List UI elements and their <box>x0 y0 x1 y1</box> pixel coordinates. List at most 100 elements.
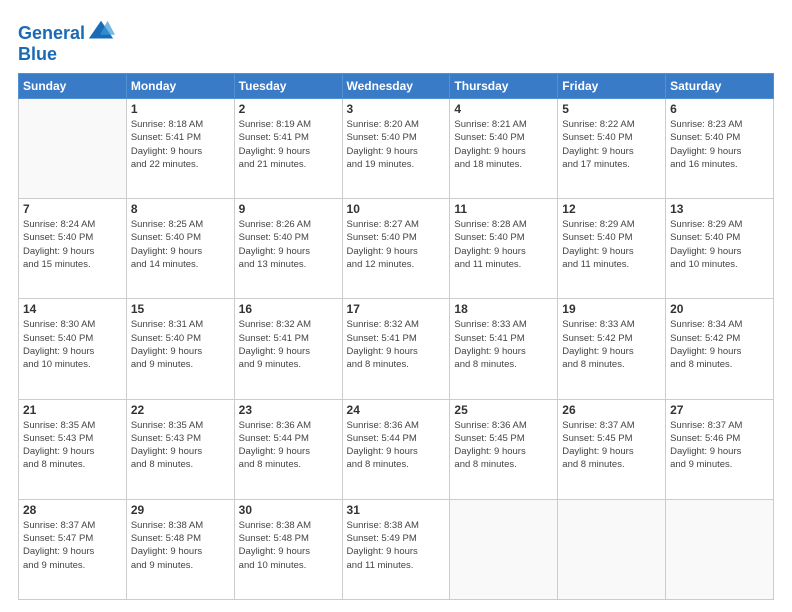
logo-icon <box>87 18 115 46</box>
daylight-text: Daylight: 9 hours <box>131 145 230 158</box>
calendar-cell <box>666 499 774 599</box>
day-info: Sunrise: 8:38 AMSunset: 5:48 PMDaylight:… <box>239 519 338 572</box>
daylight-text: Daylight: 9 hours <box>23 545 122 558</box>
sunset-text: Sunset: 5:43 PM <box>23 432 122 445</box>
daylight-text-2: and 9 minutes. <box>23 559 122 572</box>
sunset-text: Sunset: 5:42 PM <box>670 332 769 345</box>
day-info: Sunrise: 8:26 AMSunset: 5:40 PMDaylight:… <box>239 218 338 271</box>
sunset-text: Sunset: 5:40 PM <box>670 131 769 144</box>
day-number: 17 <box>347 302 446 316</box>
day-number: 26 <box>562 403 661 417</box>
day-number: 19 <box>562 302 661 316</box>
day-number: 11 <box>454 202 553 216</box>
day-info: Sunrise: 8:37 AMSunset: 5:47 PMDaylight:… <box>23 519 122 572</box>
weekday-header-monday: Monday <box>126 74 234 99</box>
calendar-cell: 6Sunrise: 8:23 AMSunset: 5:40 PMDaylight… <box>666 99 774 199</box>
sunrise-text: Sunrise: 8:30 AM <box>23 318 122 331</box>
day-info: Sunrise: 8:35 AMSunset: 5:43 PMDaylight:… <box>131 419 230 472</box>
daylight-text: Daylight: 9 hours <box>562 345 661 358</box>
sunset-text: Sunset: 5:47 PM <box>23 532 122 545</box>
day-info: Sunrise: 8:28 AMSunset: 5:40 PMDaylight:… <box>454 218 553 271</box>
daylight-text-2: and 13 minutes. <box>239 258 338 271</box>
daylight-text-2: and 19 minutes. <box>347 158 446 171</box>
daylight-text: Daylight: 9 hours <box>562 145 661 158</box>
sunrise-text: Sunrise: 8:38 AM <box>239 519 338 532</box>
sunset-text: Sunset: 5:40 PM <box>670 231 769 244</box>
sunrise-text: Sunrise: 8:27 AM <box>347 218 446 231</box>
sunrise-text: Sunrise: 8:26 AM <box>239 218 338 231</box>
daylight-text: Daylight: 9 hours <box>670 345 769 358</box>
day-info: Sunrise: 8:36 AMSunset: 5:44 PMDaylight:… <box>239 419 338 472</box>
weekday-header-thursday: Thursday <box>450 74 558 99</box>
sunrise-text: Sunrise: 8:37 AM <box>23 519 122 532</box>
daylight-text-2: and 12 minutes. <box>347 258 446 271</box>
week-row-3: 14Sunrise: 8:30 AMSunset: 5:40 PMDayligh… <box>19 299 774 399</box>
daylight-text-2: and 11 minutes. <box>562 258 661 271</box>
daylight-text: Daylight: 9 hours <box>670 245 769 258</box>
daylight-text-2: and 8 minutes. <box>347 358 446 371</box>
sunset-text: Sunset: 5:49 PM <box>347 532 446 545</box>
calendar-cell: 16Sunrise: 8:32 AMSunset: 5:41 PMDayligh… <box>234 299 342 399</box>
sunset-text: Sunset: 5:40 PM <box>562 131 661 144</box>
daylight-text-2: and 11 minutes. <box>454 258 553 271</box>
daylight-text: Daylight: 9 hours <box>131 545 230 558</box>
daylight-text: Daylight: 9 hours <box>239 445 338 458</box>
week-row-4: 21Sunrise: 8:35 AMSunset: 5:43 PMDayligh… <box>19 399 774 499</box>
calendar-cell: 7Sunrise: 8:24 AMSunset: 5:40 PMDaylight… <box>19 199 127 299</box>
sunset-text: Sunset: 5:41 PM <box>347 332 446 345</box>
sunrise-text: Sunrise: 8:38 AM <box>347 519 446 532</box>
day-number: 20 <box>670 302 769 316</box>
sunrise-text: Sunrise: 8:18 AM <box>131 118 230 131</box>
sunset-text: Sunset: 5:43 PM <box>131 432 230 445</box>
daylight-text-2: and 15 minutes. <box>23 258 122 271</box>
daylight-text: Daylight: 9 hours <box>454 445 553 458</box>
sunset-text: Sunset: 5:40 PM <box>454 231 553 244</box>
sunset-text: Sunset: 5:40 PM <box>347 131 446 144</box>
calendar-cell: 28Sunrise: 8:37 AMSunset: 5:47 PMDayligh… <box>19 499 127 599</box>
sunrise-text: Sunrise: 8:23 AM <box>670 118 769 131</box>
sunrise-text: Sunrise: 8:32 AM <box>239 318 338 331</box>
sunrise-text: Sunrise: 8:25 AM <box>131 218 230 231</box>
sunrise-text: Sunrise: 8:37 AM <box>562 419 661 432</box>
calendar-cell <box>558 499 666 599</box>
sunrise-text: Sunrise: 8:36 AM <box>347 419 446 432</box>
daylight-text-2: and 10 minutes. <box>23 358 122 371</box>
daylight-text-2: and 14 minutes. <box>131 258 230 271</box>
week-row-1: 1Sunrise: 8:18 AMSunset: 5:41 PMDaylight… <box>19 99 774 199</box>
week-row-2: 7Sunrise: 8:24 AMSunset: 5:40 PMDaylight… <box>19 199 774 299</box>
sunrise-text: Sunrise: 8:22 AM <box>562 118 661 131</box>
calendar-cell: 26Sunrise: 8:37 AMSunset: 5:45 PMDayligh… <box>558 399 666 499</box>
sunset-text: Sunset: 5:48 PM <box>131 532 230 545</box>
sunrise-text: Sunrise: 8:31 AM <box>131 318 230 331</box>
sunrise-text: Sunrise: 8:35 AM <box>131 419 230 432</box>
day-number: 9 <box>239 202 338 216</box>
daylight-text-2: and 16 minutes. <box>670 158 769 171</box>
week-row-5: 28Sunrise: 8:37 AMSunset: 5:47 PMDayligh… <box>19 499 774 599</box>
day-number: 1 <box>131 102 230 116</box>
day-info: Sunrise: 8:23 AMSunset: 5:40 PMDaylight:… <box>670 118 769 171</box>
daylight-text-2: and 8 minutes. <box>239 458 338 471</box>
daylight-text: Daylight: 9 hours <box>670 445 769 458</box>
calendar-cell: 1 Sunrise: 8:18 AMSunset: 5:41 PMDaylight… <box>126 99 234 199</box>
daylight-text-2: and 9 minutes. <box>131 358 230 371</box>
calendar-cell: 18Sunrise: 8:33 AMSunset: 5:41 PMDayligh… <box>450 299 558 399</box>
sunset-text: Sunset: 5:40 PM <box>562 231 661 244</box>
sunset-text: Sunset: 5:41 PM <box>131 131 230 144</box>
weekday-header-wednesday: Wednesday <box>342 74 450 99</box>
sunrise-text: Sunrise: 8:29 AM <box>562 218 661 231</box>
calendar-cell: 5Sunrise: 8:22 AMSunset: 5:40 PMDaylight… <box>558 99 666 199</box>
calendar-cell: 31Sunrise: 8:38 AMSunset: 5:49 PMDayligh… <box>342 499 450 599</box>
calendar-cell: 3Sunrise: 8:20 AMSunset: 5:40 PMDaylight… <box>342 99 450 199</box>
sunrise-text: Sunrise: 8:20 AM <box>347 118 446 131</box>
daylight-text: Daylight: 9 hours <box>131 445 230 458</box>
calendar-cell: 29Sunrise: 8:38 AMSunset: 5:48 PMDayligh… <box>126 499 234 599</box>
daylight-text-2: and 10 minutes. <box>670 258 769 271</box>
daylight-text-2: and 8 minutes. <box>454 458 553 471</box>
day-info: Sunrise: 8:30 AMSunset: 5:40 PMDaylight:… <box>23 318 122 371</box>
sunrise-text: Sunrise: 8:37 AM <box>670 419 769 432</box>
daylight-text: Daylight: 9 hours <box>239 545 338 558</box>
page: General Blue SundayMondayTuesdayWednesda… <box>0 0 792 612</box>
sunset-text: Sunset: 5:44 PM <box>239 432 338 445</box>
logo: General Blue <box>18 20 115 65</box>
daylight-text-2: and 18 minutes. <box>454 158 553 171</box>
